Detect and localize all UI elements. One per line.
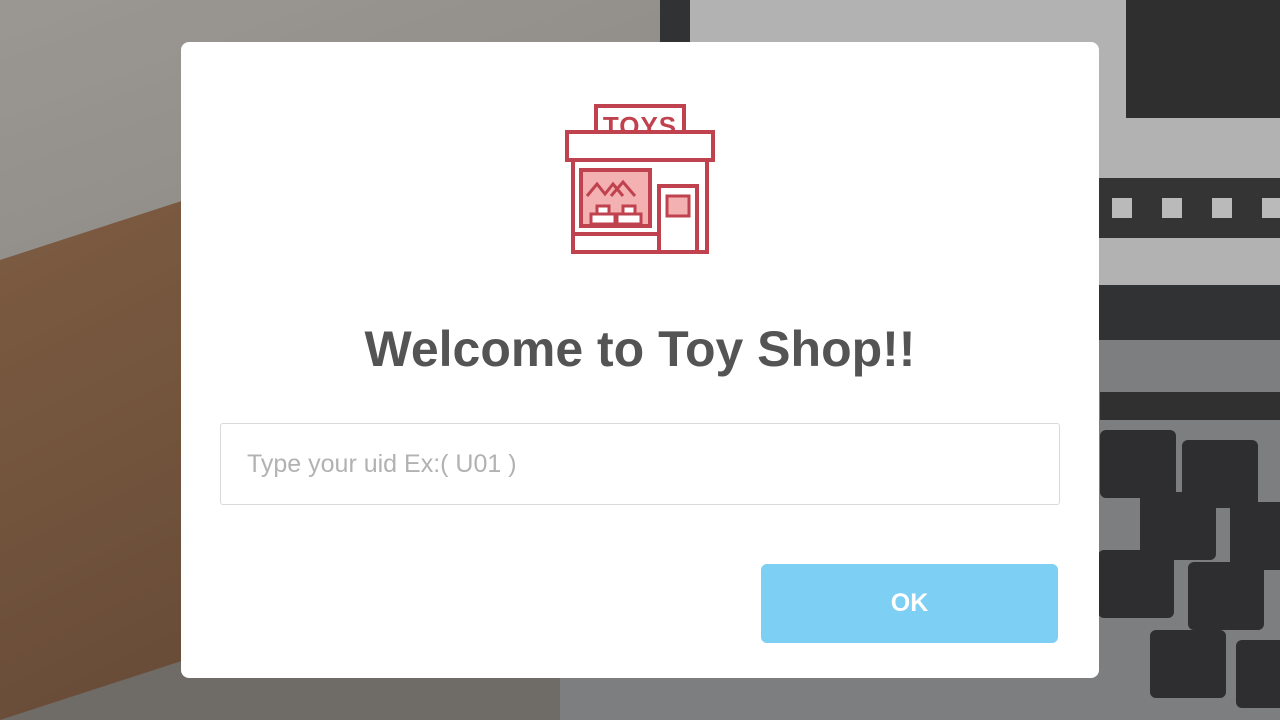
uid-input[interactable] xyxy=(220,423,1060,505)
toy-shop-icon: TOYS xyxy=(565,104,715,254)
welcome-title: Welcome to Toy Shop!! xyxy=(364,321,916,377)
ok-button[interactable]: OK xyxy=(761,564,1058,643)
welcome-dialog: TOYS Welcome to Toy Shop!! OK xyxy=(181,42,1099,678)
